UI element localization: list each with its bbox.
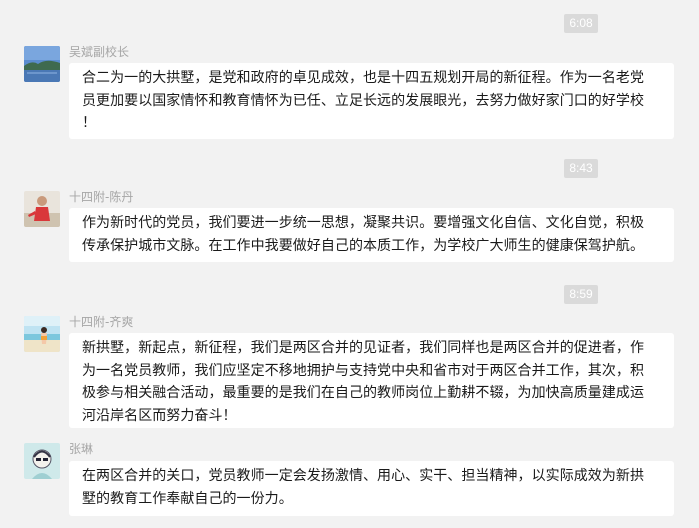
timestamp: 8:59 xyxy=(564,285,598,304)
message-line: 合二为一的大拱墅，是党和政府的卓见成效，也是十四五规划开局的新征程。作为一名老党 xyxy=(82,70,644,86)
message-bubble[interactable]: 在两区合并的关口，党员教师一定会发扬激情、用心、实干、担当精神，以实际成效为新拱… xyxy=(69,461,674,516)
message-line: 员更加要以国家情怀和教育情怀为已任、立足长远的发展眼光，去努力做好家门口的好学校 xyxy=(82,92,644,109)
message-line: 河沿岸名区而努力奋斗！ xyxy=(82,407,237,424)
message-bubble[interactable]: 新拱墅，新起点，新征程，我们是两区合并的见证者，我们同样也是两区合并的促进者，作… xyxy=(69,333,674,428)
message-bubble[interactable]: 作为新时代的党员，我们要进一步统一思想，凝聚共识。要增强文化自信、文化自觉，积极… xyxy=(69,208,674,262)
person-photo-avatar[interactable] xyxy=(24,191,60,227)
beach-photo-avatar[interactable] xyxy=(24,316,60,352)
message-line: 极参与相关融合活动，最重要的是我们在自己的教师岗位上勤耕不辍，为加快高质量建成运 xyxy=(82,385,644,401)
sketch-portrait-avatar[interactable] xyxy=(24,443,60,479)
timestamp: 8:43 xyxy=(564,159,598,178)
message-line: ！ xyxy=(82,115,97,131)
sender-name: 张琳 xyxy=(69,442,94,456)
sender-name: 十四附-齐爽 xyxy=(69,315,134,329)
sender-name: 十四附-陈丹 xyxy=(69,190,134,204)
message-line: 新拱墅，新起点，新征程，我们是两区合并的见证者，我们同样也是两区合并的促进者，作 xyxy=(82,340,644,356)
timestamp: 6:08 xyxy=(564,14,598,33)
message-line: 为一名党员教师，我们应坚定不移地拥护与支持党中央和省市对于两区合并工作，其次，积 xyxy=(82,362,644,379)
message-line: 在两区合并的关口，党员教师一定会发扬激情、用心、实干、担当精神，以实际成效为新拱 xyxy=(82,468,644,484)
message-line: 传承保护城市文脉。在工作中我要做好自己的本质工作，为学校广大师生的健康保驾护航。 xyxy=(82,237,644,254)
sender-name: 吴斌副校长 xyxy=(69,45,130,59)
message-bubble[interactable]: 合二为一的大拱墅，是党和政府的卓见成效，也是十四五规划开局的新征程。作为一名老党… xyxy=(69,63,674,139)
message-line: 墅的教育工作奉献自己的一份力。 xyxy=(82,490,293,507)
message-line: 作为新时代的党员，我们要进一步统一思想，凝聚共识。要增强文化自信、文化自觉，积极 xyxy=(82,215,644,231)
landscape-photo-avatar[interactable] xyxy=(24,46,60,82)
